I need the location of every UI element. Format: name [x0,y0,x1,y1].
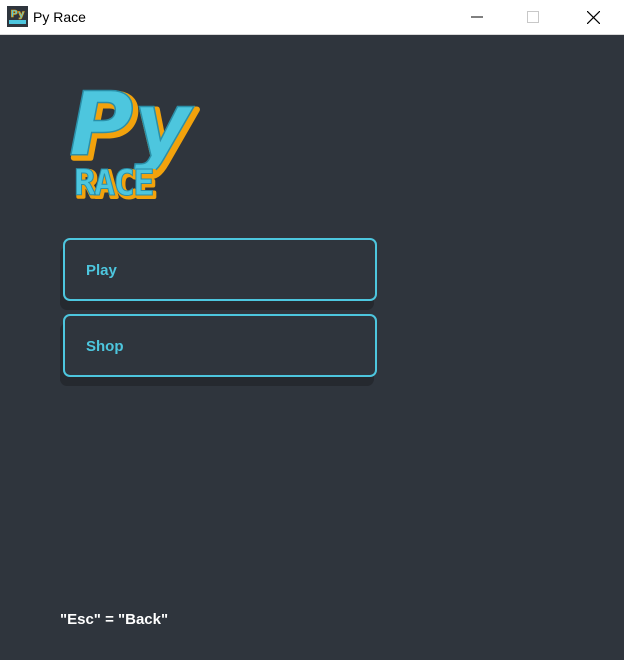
app-icon: Py [7,6,28,27]
logo-py-text: Py [69,80,194,176]
play-button-label: Play [86,262,117,279]
svg-text:Py: Py [10,9,25,20]
back-hint: "Esc" = "Back" [60,611,169,628]
shop-button-label: Shop [86,338,124,355]
close-icon [586,10,600,24]
close-button[interactable] [570,0,616,34]
py-race-logo: Py Py RACE RACE [68,80,200,204]
game-window: Py Py Race Py Py RACE RACE Play Shop "Es… [0,0,624,660]
maximize-icon [527,11,539,23]
shop-button[interactable]: Shop [63,314,377,377]
window-title: Py Race [33,9,86,25]
play-button[interactable]: Play [63,238,377,301]
minimize-icon [471,16,483,18]
title-bar[interactable]: Py Py Race [0,0,624,35]
maximize-button[interactable] [510,0,556,34]
logo-race-text: RACE [74,163,153,204]
minimize-button[interactable] [454,0,500,34]
